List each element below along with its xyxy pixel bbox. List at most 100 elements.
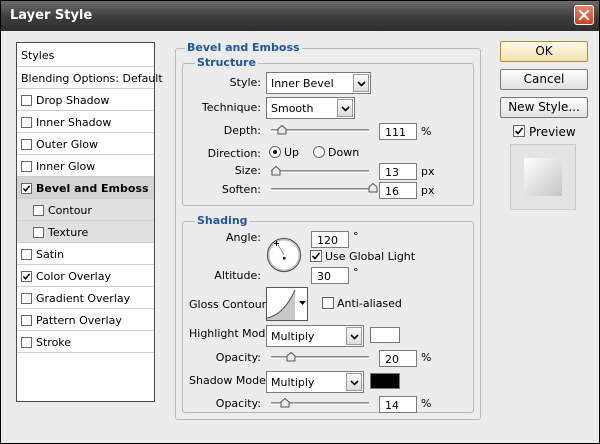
angle-value: 120 — [317, 234, 338, 247]
use-global-light-checkbox[interactable] — [310, 250, 322, 262]
style-checkbox[interactable] — [21, 139, 32, 150]
checkmark-icon — [22, 185, 31, 192]
shadow-mode-label: Shadow Mode: — [189, 374, 270, 387]
style-list-item[interactable]: Color Overlay — [17, 265, 154, 287]
highlight-color-swatch[interactable] — [370, 327, 400, 343]
technique-select[interactable]: Smooth — [266, 97, 355, 119]
style-checkbox[interactable] — [21, 161, 32, 172]
size-input[interactable]: 13 — [379, 163, 417, 180]
preview-swatch — [524, 158, 562, 196]
size-slider-thumb[interactable] — [271, 166, 281, 176]
shadow-color-swatch[interactable] — [370, 373, 400, 389]
style-checkbox[interactable] — [21, 249, 32, 260]
shadow-mode-dropdown-arrow[interactable] — [346, 373, 362, 391]
style-list-item-label: Texture — [48, 226, 89, 239]
style-checkbox[interactable] — [21, 293, 32, 304]
soften-input[interactable]: 16 — [379, 182, 417, 199]
style-checkbox[interactable] — [21, 337, 32, 348]
style-list-item[interactable]: Bevel and Emboss — [17, 177, 154, 199]
style-checkbox[interactable] — [21, 315, 32, 326]
checkmark-icon — [22, 273, 31, 280]
direction-up-radio[interactable] — [269, 146, 281, 158]
style-list-item-label: Stroke — [36, 336, 72, 349]
soften-label: Soften: — [221, 183, 261, 196]
technique-dropdown-arrow[interactable] — [337, 99, 353, 117]
size-slider-track[interactable] — [271, 170, 369, 173]
gloss-contour-label: Gloss Contour: — [189, 298, 270, 311]
technique-value: Smooth — [271, 102, 314, 115]
styles-list: Styles Blending Options: Default Drop Shad… — [16, 42, 163, 402]
style-list-item[interactable]: Texture — [17, 221, 154, 243]
depth-input[interactable]: 111 — [379, 123, 417, 140]
depth-value: 111 — [385, 126, 406, 139]
chevron-down-icon — [350, 334, 359, 340]
close-button[interactable] — [574, 5, 594, 25]
highlight-opacity-unit: % — [421, 351, 432, 364]
style-checkbox[interactable] — [21, 183, 32, 194]
altitude-value: 30 — [317, 270, 331, 283]
preview-label: Preview — [529, 125, 576, 139]
angle-dial-icon[interactable] — [266, 237, 302, 273]
angle-input[interactable]: 120 — [311, 231, 349, 248]
ok-button[interactable]: OK — [500, 41, 588, 62]
style-list-item[interactable]: Inner Shadow — [17, 111, 154, 133]
shadow-opacity-input[interactable]: 14 — [379, 396, 417, 413]
shadow-opacity-slider-thumb[interactable] — [280, 398, 290, 408]
style-dropdown-arrow[interactable] — [353, 74, 369, 92]
preview-thumbnail — [510, 144, 576, 210]
preview-checkbox[interactable] — [513, 125, 525, 137]
chevron-down-icon — [350, 380, 359, 386]
style-list-item[interactable]: Styles — [17, 43, 154, 67]
style-list-item[interactable]: Gradient Overlay — [17, 287, 154, 309]
chevron-down-icon — [357, 81, 366, 87]
style-list-item[interactable]: Blending Options: Default — [17, 67, 163, 89]
cancel-button[interactable]: Cancel — [500, 69, 588, 90]
direction-label: Direction: — [207, 147, 261, 160]
style-list-item[interactable]: Outer Glow — [17, 133, 154, 155]
window-title: Layer Style — [10, 8, 93, 23]
style-list-item[interactable]: Drop Shadow — [17, 89, 154, 111]
soften-slider-track[interactable] — [271, 188, 373, 191]
direction-down-radio[interactable] — [313, 146, 325, 158]
style-select[interactable]: Inner Bevel — [266, 72, 371, 94]
altitude-input[interactable]: 30 — [311, 267, 349, 284]
contour-curve-icon — [267, 289, 296, 320]
highlight-mode-select[interactable]: Multiply — [266, 325, 364, 347]
altitude-label: Altitude: — [214, 269, 261, 282]
style-list-item[interactable]: Satin — [17, 243, 154, 265]
soften-slider-thumb[interactable] — [368, 183, 378, 193]
style-list-item[interactable]: Stroke — [17, 331, 154, 353]
chevron-down-icon — [341, 106, 350, 112]
style-list-item-label: Drop Shadow — [36, 94, 110, 107]
highlight-opacity-slider-thumb[interactable] — [286, 352, 296, 362]
style-list-item-label: Contour — [48, 204, 92, 217]
highlight-opacity-input[interactable]: 20 — [379, 350, 417, 367]
style-list-item-label: Pattern Overlay — [36, 314, 122, 327]
title-bar[interactable]: Layer Style — [1, 1, 599, 31]
style-list-item[interactable]: Inner Glow — [17, 155, 154, 177]
structure-title: Structure — [195, 56, 258, 69]
technique-label: Technique: — [201, 101, 261, 114]
style-checkbox[interactable] — [21, 271, 32, 282]
depth-label: Depth: — [223, 124, 261, 137]
bevel-emboss-title: Bevel and Emboss — [185, 41, 302, 54]
style-list-item[interactable]: Pattern Overlay — [17, 309, 154, 331]
highlight-mode-dropdown-arrow[interactable] — [346, 327, 362, 345]
chevron-down-icon[interactable] — [299, 301, 306, 306]
style-checkbox[interactable] — [21, 95, 32, 106]
highlight-opacity-label: Opacity: — [215, 351, 261, 364]
depth-slider-thumb[interactable] — [277, 125, 287, 135]
style-checkbox[interactable] — [33, 227, 44, 238]
shadow-opacity-unit: % — [421, 397, 432, 410]
dialog-body: Styles Blending Options: Default Drop Shad… — [3, 31, 597, 443]
gloss-contour-picker[interactable] — [266, 287, 308, 321]
style-checkbox[interactable] — [33, 205, 44, 216]
style-checkbox[interactable] — [21, 117, 32, 128]
style-list-item-label: Blending Options: Default — [21, 72, 163, 85]
shadow-mode-select[interactable]: Multiply — [266, 371, 364, 393]
angle-unit: ° — [353, 230, 359, 243]
radio-selected-dot — [273, 150, 277, 154]
anti-aliased-checkbox[interactable] — [322, 297, 334, 309]
style-list-item[interactable]: Contour — [17, 199, 154, 221]
new-style-button[interactable]: New Style... — [500, 97, 588, 118]
